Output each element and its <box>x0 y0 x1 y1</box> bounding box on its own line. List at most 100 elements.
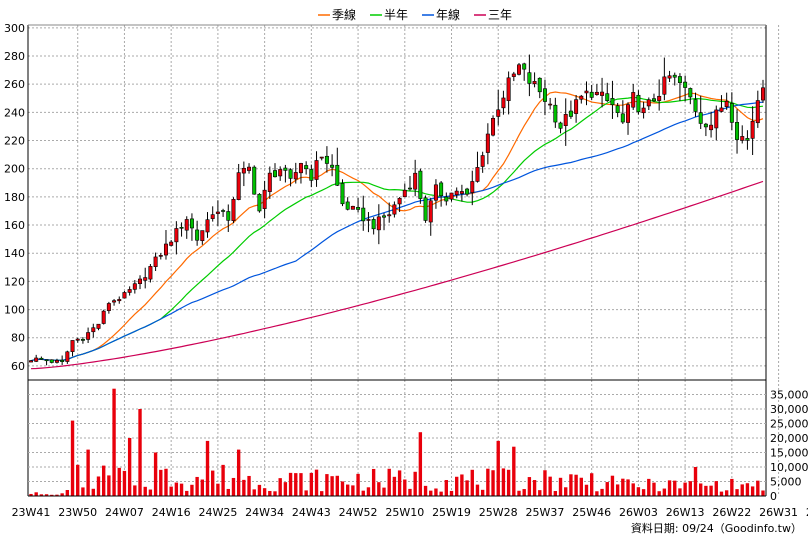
volume-bar <box>195 476 199 496</box>
candle-body <box>195 229 200 241</box>
volume-bar <box>159 469 163 496</box>
volume-bar <box>673 480 677 496</box>
candle-body <box>361 207 366 222</box>
candle-body <box>615 105 620 113</box>
candle-body <box>724 100 729 107</box>
candle-body <box>735 122 740 140</box>
candle-body <box>247 166 252 171</box>
candle-body <box>205 219 210 233</box>
candle-body <box>413 172 418 190</box>
candle-body <box>153 256 158 268</box>
candle-body <box>189 218 194 229</box>
candle-body <box>683 81 688 88</box>
candle-body <box>527 72 532 84</box>
price-tick-label: 200 <box>4 163 25 176</box>
volume-bar <box>667 480 672 496</box>
candle-body <box>169 241 174 246</box>
volume-bar <box>740 484 744 496</box>
candle-body <box>163 243 168 256</box>
volume-bar <box>392 476 397 496</box>
candle-body <box>143 277 148 281</box>
legend-label: 季線 <box>332 7 356 22</box>
x-tick-label: 26W31 <box>759 506 798 519</box>
volume-bar <box>179 483 184 496</box>
candle-body <box>626 104 631 123</box>
candle-body <box>101 310 106 324</box>
candle-body <box>221 210 226 212</box>
volume-bar <box>470 469 474 496</box>
candle-body <box>605 93 610 102</box>
volume-tick-label: 15,000 <box>770 447 808 460</box>
volume-bar <box>91 488 95 496</box>
price-tick-label: 240 <box>4 106 25 119</box>
candle-body <box>631 92 636 108</box>
volume-bar <box>730 478 734 496</box>
volume-bar <box>34 492 38 496</box>
volume-bar <box>444 479 449 496</box>
candle-body <box>548 103 553 106</box>
volume-bar <box>522 489 526 496</box>
volume-bar <box>185 490 189 496</box>
volume-bar <box>356 473 360 496</box>
volume-bar <box>221 464 225 496</box>
volume-bar <box>299 473 303 496</box>
volume-bar <box>371 468 376 496</box>
volume-bar <box>558 477 563 496</box>
candle-body <box>366 219 371 221</box>
volume-tick-label: 10,000 <box>770 461 808 474</box>
candle-body <box>314 160 319 180</box>
candle-body <box>709 124 714 131</box>
candle-body <box>29 360 33 363</box>
volume-bar <box>699 483 703 496</box>
volume-tick-label: 25,000 <box>770 418 808 431</box>
volume-bar <box>423 485 428 496</box>
volume-bar <box>283 482 288 496</box>
volume-bar <box>460 474 464 496</box>
candle-body <box>376 216 381 231</box>
candle-body <box>511 73 516 77</box>
candle-body <box>278 169 283 177</box>
volume-bar <box>335 475 339 496</box>
x-tick-label: 24W34 <box>245 506 284 519</box>
candle-body <box>210 214 215 219</box>
candle-body <box>236 172 241 200</box>
price-tick-label: 100 <box>4 304 25 317</box>
volume-bar <box>278 478 282 496</box>
volume-bar <box>345 484 350 496</box>
candle-body <box>433 184 438 201</box>
volume-bar <box>304 490 308 496</box>
volume-bar <box>231 477 236 496</box>
volume-bar <box>641 489 646 496</box>
volume-bar <box>688 481 693 496</box>
candle-body <box>86 332 91 340</box>
candle-body <box>553 104 558 123</box>
volume-tick-label: 0 <box>770 490 777 503</box>
candle-body <box>428 200 433 223</box>
candle-body <box>132 283 137 290</box>
x-tick-label: 24W07 <box>105 506 144 519</box>
candle-body <box>340 183 345 205</box>
x-tick-label: 25W46 <box>572 506 611 519</box>
x-tick-label: 25W10 <box>385 506 424 519</box>
x-tick-label: 24W16 <box>152 506 191 519</box>
volume-bar <box>76 464 80 496</box>
volume-bar <box>678 488 682 496</box>
candle-body <box>703 123 708 128</box>
candle-body <box>600 91 605 96</box>
candle-body <box>34 357 39 362</box>
candle-body <box>444 196 449 202</box>
volume-bar <box>107 475 111 496</box>
volume-bar <box>200 479 205 496</box>
x-tick-label: 25W37 <box>526 506 565 519</box>
candle-body <box>506 77 511 101</box>
candle-body <box>179 226 184 229</box>
volume-bar <box>475 484 480 496</box>
candle-body <box>91 327 96 333</box>
volume-bar <box>96 476 101 496</box>
candle-body <box>574 99 579 114</box>
candle-body <box>584 90 589 94</box>
volume-bar <box>605 482 609 496</box>
candle-body <box>470 181 475 193</box>
volume-bar <box>745 483 750 496</box>
volume-bar <box>133 485 137 496</box>
